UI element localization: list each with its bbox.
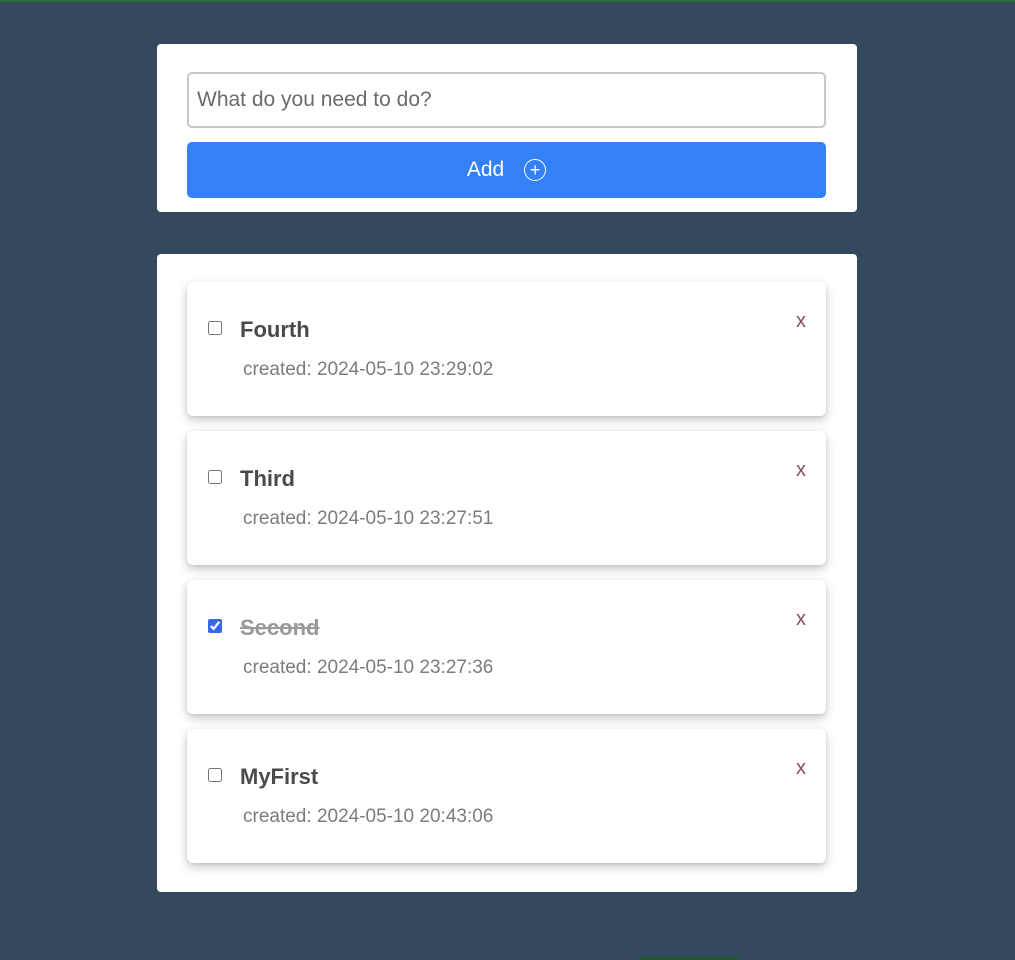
todo-created-timestamp: created: 2024-05-10 23:27:51 [243,508,493,530]
todo-checkbox[interactable] [208,321,222,335]
todo-created-timestamp: created: 2024-05-10 20:43:06 [243,806,493,828]
created-label: created: [243,657,312,678]
window-top-edge [0,0,1015,2]
created-value: 2024-05-10 20:43:06 [316,806,494,827]
delete-button[interactable]: x [796,459,806,482]
new-todo-form: Add + [157,44,857,212]
todo-title: MyFirst [240,764,319,789]
todo-item: Third created: 2024-05-10 23:27:51 x [187,431,826,565]
todo-created-timestamp: created: 2024-05-10 23:29:02 [243,359,493,381]
delete-button[interactable]: x [796,608,806,631]
todo-item: Second created: 2024-05-10 23:27:36 x [187,580,826,714]
todo-created-timestamp: created: 2024-05-10 23:27:36 [243,657,493,679]
created-value: 2024-05-10 23:29:02 [316,359,494,380]
created-value: 2024-05-10 23:27:51 [316,508,494,529]
created-label: created: [243,508,312,529]
todo-list: Fourth created: 2024-05-10 23:29:02 x Th… [157,254,857,892]
todo-item: MyFirst created: 2024-05-10 20:43:06 x [187,729,826,863]
todo-checkbox[interactable] [208,619,222,633]
add-button[interactable]: Add + [187,142,826,198]
todo-title: Second [240,615,320,640]
todo-checkbox[interactable] [208,768,222,782]
todo-checkbox[interactable] [208,470,222,484]
created-label: created: [243,806,312,827]
delete-button[interactable]: x [796,757,806,780]
add-button-label: Add [466,158,505,181]
todo-title: Third [240,466,295,491]
delete-button[interactable]: x [796,310,806,333]
created-value: 2024-05-10 23:27:36 [316,657,494,678]
todo-item: Fourth created: 2024-05-10 23:29:02 x [187,282,826,416]
plus-circle-icon: + [524,159,547,181]
created-label: created: [243,359,312,380]
todo-input[interactable] [187,72,826,128]
todo-title: Fourth [240,317,310,342]
